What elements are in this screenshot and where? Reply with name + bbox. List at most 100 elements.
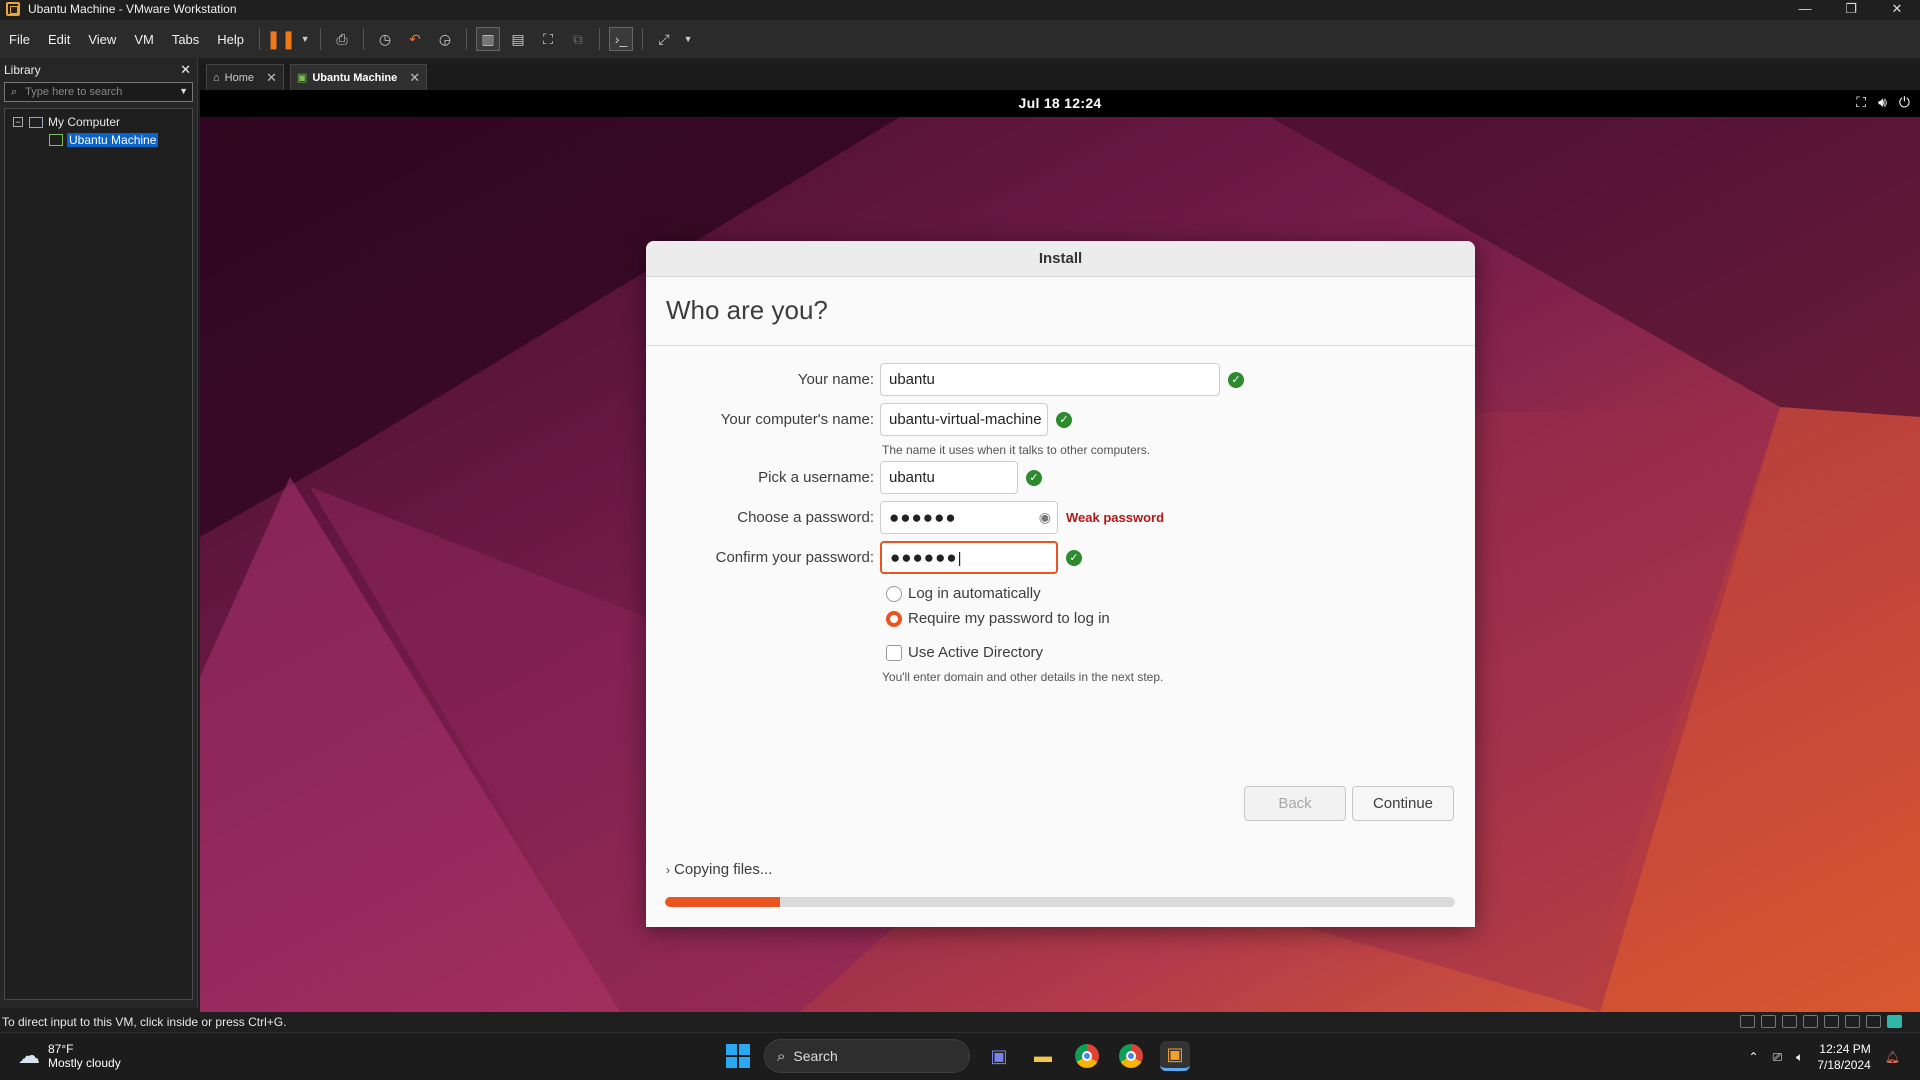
auto-login-label: Log in automatically bbox=[908, 585, 1041, 602]
library-title: Library bbox=[4, 63, 41, 77]
computer-name-field[interactable]: ubantu-virtual-machine bbox=[880, 403, 1048, 436]
password-value: ●●●●●● bbox=[889, 508, 957, 527]
menu-edit[interactable]: Edit bbox=[39, 32, 79, 47]
computer-name-label: Your computer's name: bbox=[720, 411, 874, 428]
confirm-password-field[interactable]: ●●●●●●| bbox=[880, 541, 1058, 574]
network-adapter-icon[interactable] bbox=[1824, 1015, 1839, 1028]
install-dialog: Install Who are you? Your name: ubantu ✓… bbox=[646, 241, 1475, 927]
sound-card-icon[interactable] bbox=[1866, 1015, 1881, 1028]
ubuntu-clock[interactable]: Jul 18 12:24 bbox=[200, 95, 1920, 111]
active-directory-option[interactable]: Use Active Directory bbox=[886, 644, 1043, 661]
password-field[interactable]: ●●●●●● ◉ bbox=[880, 501, 1058, 534]
unity-icon[interactable]: ⧉ bbox=[566, 27, 590, 51]
vm-display[interactable]: Jul 18 12:24 ⛶ 🔊︎ ⏻ Install Who are you? bbox=[200, 90, 1920, 1012]
require-password-label: Require my password to log in bbox=[908, 610, 1110, 627]
cd-dvd-icon[interactable] bbox=[1761, 1015, 1776, 1028]
dialog-title: Install bbox=[646, 241, 1475, 277]
check-icon: ✓ bbox=[1066, 549, 1082, 566]
name-field[interactable]: ubantu bbox=[880, 363, 1220, 396]
restore-button[interactable]: ❐ bbox=[1828, 0, 1874, 18]
active-directory-checkbox[interactable] bbox=[886, 644, 902, 661]
floppy-icon[interactable] bbox=[1803, 1015, 1818, 1028]
chrome-icon[interactable] bbox=[1072, 1041, 1102, 1071]
tree-item-my-computer[interactable]: − My Computer bbox=[5, 113, 192, 131]
text-cursor: | bbox=[957, 550, 962, 567]
cd-dvd-icon[interactable] bbox=[1782, 1015, 1797, 1028]
continue-button[interactable]: Continue bbox=[1352, 786, 1454, 821]
progress-details-toggle[interactable]: › Copying files... bbox=[666, 861, 772, 878]
show-library-icon[interactable]: ▥ bbox=[476, 27, 501, 51]
thumbnail-bar-icon[interactable]: ▤ bbox=[506, 27, 530, 51]
taskbar-clock[interactable]: 12:24 PM 7/18/2024 bbox=[1817, 1041, 1870, 1073]
toolbar-separator bbox=[466, 28, 468, 50]
username-row: Pick a username: ubantu ✓ bbox=[646, 461, 1042, 494]
password-label: Choose a password: bbox=[737, 509, 874, 526]
snapshot-manager-icon[interactable]: ◶ bbox=[433, 27, 457, 51]
chevron-down-icon[interactable]: ▼ bbox=[682, 27, 694, 51]
home-icon: ⌂ bbox=[213, 71, 220, 84]
network-icon[interactable]: ⎚ bbox=[1773, 1050, 1783, 1065]
volume-icon: 🔊︎ bbox=[1878, 94, 1887, 110]
ubuntu-system-tray[interactable]: ⛶ 🔊︎ ⏻ bbox=[1856, 94, 1910, 111]
teams-icon[interactable]: ▣ bbox=[984, 1041, 1014, 1071]
snapshot-icon[interactable]: ◷ bbox=[373, 27, 397, 51]
revert-snapshot-icon[interactable]: ↶ bbox=[403, 27, 427, 51]
computer-name-row: Your computer's name: ubantu-virtual-mac… bbox=[646, 403, 1072, 436]
volume-icon[interactable]: 🔈︎ bbox=[1796, 1050, 1803, 1065]
ubuntu-top-bar: Jul 18 12:24 ⛶ 🔊︎ ⏻ bbox=[200, 90, 1920, 117]
vmware-app-icon bbox=[6, 2, 20, 16]
taskbar-date: 7/18/2024 bbox=[1817, 1058, 1871, 1072]
close-tab-icon[interactable]: ✕ bbox=[266, 70, 277, 86]
tab-home-label: Home bbox=[224, 71, 254, 84]
window-titlebar: Ubantu Machine - VMware Workstation — ❐ … bbox=[0, 0, 1920, 18]
notification-bell-icon[interactable]: 🔔︎ bbox=[1885, 1050, 1900, 1064]
auto-login-radio[interactable] bbox=[886, 585, 902, 602]
file-explorer-icon[interactable]: ▬ bbox=[1028, 1041, 1058, 1071]
printer-icon[interactable] bbox=[1845, 1015, 1860, 1028]
back-button[interactable]: Back bbox=[1244, 786, 1346, 821]
username-field[interactable]: ubantu bbox=[880, 461, 1018, 494]
taskbar-search-label: Search bbox=[793, 1048, 838, 1064]
chevron-down-icon[interactable]: ▼ bbox=[179, 86, 188, 96]
stretch-guest-icon[interactable]: ⤢ bbox=[652, 27, 676, 51]
vmware-icon[interactable]: ▣ bbox=[1160, 1041, 1190, 1071]
chevron-down-icon[interactable]: ▼ bbox=[299, 27, 311, 51]
send-ctrl-alt-del-icon[interactable]: ⎙ bbox=[330, 27, 354, 51]
menu-help[interactable]: Help bbox=[208, 32, 253, 47]
auto-login-option[interactable]: Log in automatically bbox=[886, 585, 1041, 602]
tree-item-vm[interactable]: Ubantu Machine bbox=[5, 131, 192, 149]
minimize-button[interactable]: — bbox=[1782, 0, 1828, 18]
install-progress-bar bbox=[665, 897, 1455, 907]
message-icon[interactable] bbox=[1887, 1015, 1902, 1028]
window-controls: — ❐ ✕ bbox=[1782, 0, 1920, 18]
confirm-password-row: Confirm your password: ●●●●●●| ✓ bbox=[646, 541, 1082, 574]
close-library-icon[interactable]: ✕ bbox=[180, 62, 191, 78]
tree-label-my-computer: My Computer bbox=[48, 115, 121, 129]
taskbar-search[interactable]: ⌕ Search bbox=[764, 1039, 970, 1073]
active-directory-label: Use Active Directory bbox=[908, 644, 1044, 661]
confirm-password-label: Confirm your password: bbox=[715, 549, 874, 566]
close-button[interactable]: ✕ bbox=[1874, 0, 1920, 18]
tab-home[interactable]: ⌂ Home ✕ bbox=[206, 64, 284, 90]
device-icons bbox=[1740, 1015, 1902, 1028]
chrome-icon[interactable] bbox=[1116, 1041, 1146, 1071]
library-search-input[interactable]: ⌕ Type here to search ▼ bbox=[4, 82, 193, 102]
hard-disk-icon[interactable] bbox=[1740, 1015, 1755, 1028]
collapse-icon[interactable]: − bbox=[13, 117, 23, 127]
menu-tabs[interactable]: Tabs bbox=[163, 32, 208, 47]
require-password-option[interactable]: Require my password to log in bbox=[886, 610, 1110, 627]
toolbar-separator bbox=[320, 28, 322, 50]
pause-icon[interactable]: ❚❚ bbox=[266, 27, 296, 51]
menu-view[interactable]: View bbox=[79, 32, 125, 47]
chevron-up-icon[interactable]: ⌃ bbox=[1749, 1050, 1759, 1064]
show-password-icon[interactable]: ◉ bbox=[1039, 502, 1051, 533]
full-screen-icon[interactable]: ⛶ bbox=[536, 27, 560, 51]
windows-start-icon[interactable] bbox=[726, 1044, 750, 1068]
console-view-icon[interactable]: ›_ bbox=[609, 27, 634, 51]
menu-file[interactable]: File bbox=[0, 32, 39, 47]
tab-vm[interactable]: ▣ Ubantu Machine ✕ bbox=[289, 64, 428, 90]
weather-widget[interactable]: ☁ 87°F Mostly cloudy bbox=[18, 1042, 121, 1070]
require-password-radio[interactable] bbox=[886, 610, 902, 627]
menu-vm[interactable]: VM bbox=[125, 32, 163, 47]
close-tab-icon[interactable]: ✕ bbox=[409, 70, 420, 86]
